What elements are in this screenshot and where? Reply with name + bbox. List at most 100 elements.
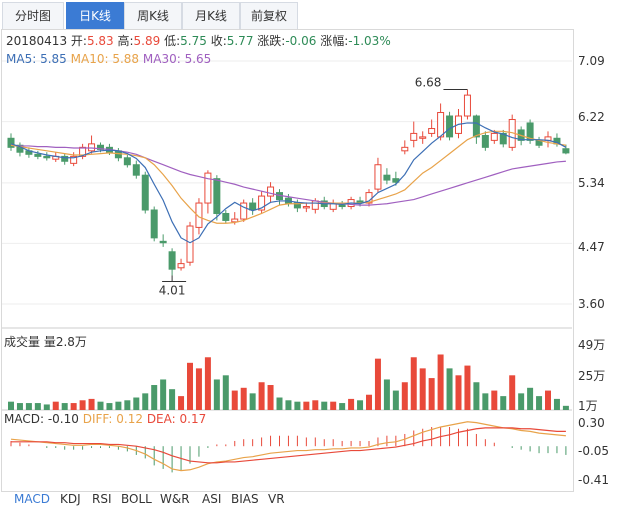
volume-bar [213,379,220,410]
info-open: 5.83 [86,34,114,48]
indicator-tabs: MACD KDJ RSI BOLL W&R ASI BIAS VR [0,490,625,514]
volume-bar [419,368,426,410]
candle-down [159,240,167,244]
volume-bar [428,378,435,410]
volume-bar [527,387,534,410]
tab-bias[interactable]: BIAS [231,492,259,506]
volume-bar [482,393,489,410]
volume-bar [133,397,140,410]
volume-bar [473,382,480,410]
ma10-label: MA10: 5.88 [70,52,140,66]
tab-rsi[interactable]: RSI [92,492,112,506]
price-tick: 4.47 [578,240,605,254]
volume-bar [303,401,310,410]
volume-bar [374,358,381,410]
volume-bar [178,396,185,410]
volume-bar [536,396,543,410]
volume-bar [392,390,399,410]
info-pct: -1.03% [348,34,391,48]
info-change-label: 涨跌: [257,34,286,48]
candle-down [43,155,51,159]
volume-bar [294,401,301,410]
volume-bar [330,401,337,410]
volume-bar [437,354,444,410]
macd-tick: 0.30 [578,416,605,430]
volume-tick: 1万 [578,399,598,413]
volume-bar [34,403,41,410]
info-change: -0.06 [285,34,317,48]
volume-bar [204,357,211,410]
tab-macd[interactable]: MACD [14,492,50,506]
info-open-label: 开: [70,34,87,48]
candle-down [213,178,221,214]
volume-bar [70,403,77,410]
volume-label: 成交量 量2.8万 [4,335,87,349]
volume-bar [169,389,176,410]
volume-bar [357,400,364,410]
volume-bar [464,365,471,410]
min-price-label: 4.01 [159,283,186,297]
candle-down [446,115,454,138]
volume-bar [79,400,86,410]
candle-down [141,174,149,211]
volume-bar [383,379,390,410]
volume-bar [8,401,14,410]
candle-up [490,132,498,141]
candle-up [437,112,445,138]
volume-bar [455,375,462,410]
volume-bar [509,375,516,410]
volume-bar [553,398,560,410]
candle-up [267,186,275,197]
ohlc-info: 20180413 开:5.83 高:5.89 低:5.75 收:5.77 涨跌:… [6,32,391,49]
volume-bar [16,403,23,410]
candle-up [88,143,96,152]
macd-tick: -0.41 [578,473,610,487]
diff-line [10,421,566,472]
volume-bar [491,390,498,410]
volume-bar [151,385,158,410]
macd-legend: MACD: -0.10 DIFF: 0.12 DEA: 0.17 [4,412,207,426]
price-tick: 6.22 [578,110,605,124]
volume-bar [231,390,238,410]
volume-bar [285,400,292,410]
tab-vr[interactable]: VR [268,492,285,506]
candle-down [123,157,131,166]
tab-boll[interactable]: BOLL [121,492,152,506]
volume-bar [339,403,346,410]
volume-bar [88,398,95,410]
candle-down [472,115,480,138]
candle-down [34,153,42,157]
candle-up [302,206,310,209]
volume-bar [187,362,193,410]
volume-bar [106,403,113,410]
candle-up [374,164,382,190]
macd-tick: -0.05 [578,444,610,458]
candle-up [401,146,409,152]
price-tick: 7.09 [578,54,605,68]
candle-up [419,136,427,139]
candle-down [249,202,257,211]
candle-up [410,132,418,141]
tab-wr[interactable]: W&R [160,492,190,506]
volume-bar [312,400,319,410]
candle-up [428,128,436,134]
candle-up [231,218,239,223]
volume-bar [195,368,202,410]
info-date: 20180413 [6,34,68,48]
info-high-label: 高: [117,34,134,48]
volume-bar [348,398,355,410]
max-price-label: 6.68 [415,76,442,90]
volume-bar [240,387,247,410]
tab-asi[interactable]: ASI [202,492,221,506]
info-high: 5.89 [133,34,161,48]
tab-kdj[interactable]: KDJ [60,492,81,506]
price-tick: 3.60 [578,297,605,311]
volume-bar [276,397,283,410]
volume-bar [518,393,525,410]
volume-bar [25,403,32,410]
kline-chart: 6.68 4.01 [2,60,572,473]
volume-bar [124,400,131,410]
volume-bar [366,394,372,410]
candle-down [132,164,140,176]
ma-legend: MA5: 5.85 MA10: 5.88 MA30: 5.65 [6,52,211,66]
